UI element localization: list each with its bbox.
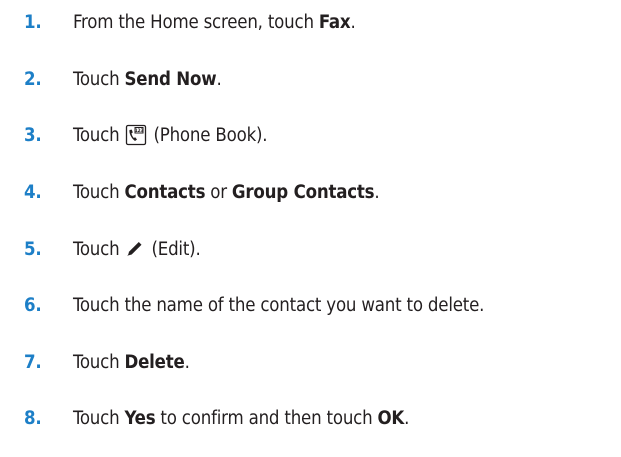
step-number: 3. (24, 124, 42, 146)
step-text-part: (Edit). (151, 238, 201, 260)
step-text-part: . (404, 407, 410, 429)
step-text-part: Touch (73, 238, 120, 260)
step-text-part: Touch (73, 68, 120, 90)
step-text-part: . (184, 351, 190, 373)
step-number: 6. (24, 294, 42, 316)
step-text-part: (Phone Book). (153, 124, 268, 146)
step-number: 2. (24, 68, 42, 90)
step-text-part: From the Home screen, touch (73, 11, 314, 33)
step-number: 5. (24, 238, 42, 260)
step-2: 2. Touch Send Now. (0, 66, 621, 92)
step-text: From the Home screen, touch Fax . (73, 12, 356, 33)
step-text-part: . (216, 68, 222, 90)
step-text-part: Touch (73, 407, 120, 429)
step-text: Touch 123 (Phone Book). (73, 124, 268, 146)
step-text: Touch Yes to confirm and then touch OK . (73, 408, 409, 429)
phone-book-icon: 123 (125, 124, 147, 146)
step-text-part: Touch (73, 351, 120, 373)
step-number: 4. (24, 181, 42, 203)
step-bold-send-now: Send Now (124, 68, 217, 90)
step-5: 5. Touch (Edit). (0, 236, 621, 262)
step-bold-ok: OK (377, 407, 405, 429)
step-6: 6. Touch the name of the contact you wan… (0, 292, 621, 318)
edit-pencil-icon (123, 238, 145, 260)
step-1: 1. From the Home screen, touch Fax . (0, 9, 621, 35)
step-text-part: Touch (73, 181, 120, 203)
step-bold-contacts: Contacts (124, 181, 206, 203)
step-number: 7. (24, 351, 42, 373)
step-text-part: Touch the name of the contact you want t… (73, 294, 485, 316)
step-bold-delete: Delete (124, 351, 185, 373)
svg-text:123: 123 (135, 128, 144, 134)
step-text: Touch Send Now. (73, 69, 222, 90)
step-bold-yes: Yes (124, 407, 156, 429)
step-text: Touch Contacts or Group Contacts. (73, 181, 380, 203)
step-bold-group-contacts: Group Contacts (231, 181, 375, 203)
step-text-part: Touch (73, 124, 120, 146)
step-7: 7. Touch Delete. (0, 349, 621, 375)
step-text: Touch the name of the contact you want t… (73, 295, 484, 316)
step-8: 8. Touch Yes to confirm and then touch OK . (0, 405, 621, 431)
step-text-part: . (374, 181, 380, 203)
step-text: Touch Delete. (73, 352, 190, 373)
step-bold-fax: Fax (318, 11, 351, 33)
step-text: Touch (Edit). (73, 238, 201, 260)
step-number: 8. (24, 407, 42, 429)
step-text-part: or (210, 181, 227, 203)
step-text-part: to confirm and then touch (160, 407, 373, 429)
step-3: 3. Touch 123 (Phone Book). (0, 122, 621, 148)
step-text-part: . (350, 11, 356, 33)
step-4: 4. Touch Contacts or Group Contacts. (0, 179, 621, 205)
step-number: 1. (24, 11, 42, 33)
